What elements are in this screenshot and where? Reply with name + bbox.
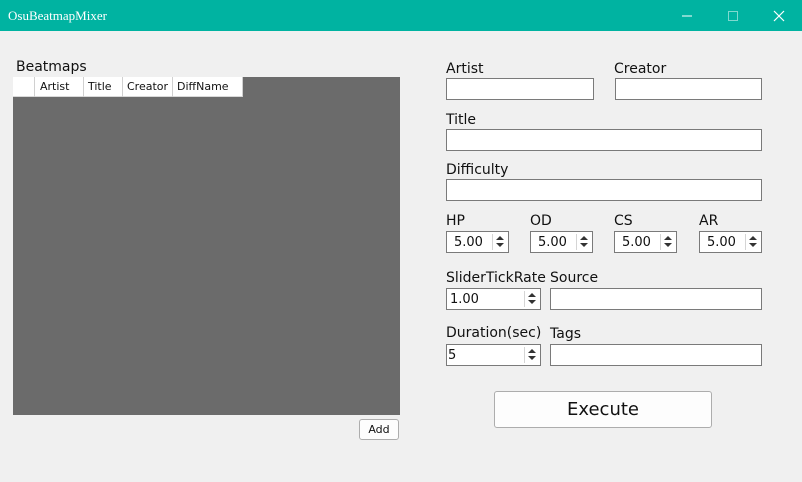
- slider-tick-rate-stepper[interactable]: 1.00: [446, 288, 541, 310]
- cs-stepper[interactable]: 5.00: [614, 231, 677, 253]
- od-label: OD: [530, 213, 552, 229]
- arrow-down-icon: [496, 243, 504, 247]
- creator-field[interactable]: [615, 78, 762, 100]
- arrow-up-icon: [580, 236, 588, 240]
- grid-column-diffname[interactable]: DiffName: [173, 77, 243, 97]
- artist-field[interactable]: [446, 78, 594, 100]
- grid-column-artist[interactable]: Artist: [35, 77, 84, 97]
- tags-field[interactable]: [550, 344, 762, 366]
- arrow-up-icon: [528, 293, 536, 297]
- hp-label: HP: [446, 213, 465, 229]
- od-up-button[interactable]: [577, 234, 591, 242]
- hp-down-button[interactable]: [493, 242, 507, 250]
- slider-tick-rate-value: 1.00: [450, 292, 479, 307]
- ar-label: AR: [699, 213, 719, 229]
- minimize-button[interactable]: [664, 0, 710, 31]
- grid-column-title[interactable]: Title: [84, 77, 123, 97]
- arrow-down-icon: [580, 243, 588, 247]
- duration-label: Duration(sec): [446, 325, 542, 341]
- title-field[interactable]: [446, 129, 762, 151]
- od-value: 5.00: [538, 235, 567, 250]
- od-down-button[interactable]: [577, 242, 591, 250]
- arrow-down-icon: [528, 300, 536, 304]
- window-title: OsuBeatmapMixer: [8, 8, 107, 23]
- source-label: Source: [550, 270, 599, 286]
- duration-value: 5: [448, 348, 457, 363]
- ar-down-button[interactable]: [746, 242, 760, 250]
- execute-button[interactable]: Execute: [494, 391, 712, 428]
- ar-stepper[interactable]: 5.00: [699, 231, 762, 253]
- tags-label: Tags: [550, 326, 581, 342]
- hp-stepper[interactable]: 5.00: [446, 231, 509, 253]
- creator-label: Creator: [614, 61, 667, 77]
- artist-label: Artist: [446, 61, 484, 77]
- beatmaps-grid[interactable]: Artist Title Creator DiffName: [13, 77, 400, 415]
- title-label: Title: [446, 112, 477, 128]
- arrow-up-icon: [749, 236, 757, 240]
- ar-value: 5.00: [707, 235, 736, 250]
- od-stepper[interactable]: 5.00: [530, 231, 593, 253]
- slider-tick-rate-down-button[interactable]: [525, 299, 539, 307]
- beatmaps-label: Beatmaps: [16, 59, 87, 75]
- close-button[interactable]: [756, 0, 802, 31]
- close-icon: [773, 10, 785, 22]
- cs-up-button[interactable]: [661, 234, 675, 242]
- grid-column-creator[interactable]: Creator: [123, 77, 173, 97]
- duration-up-button[interactable]: [525, 347, 539, 355]
- hp-value: 5.00: [454, 235, 483, 250]
- cs-value: 5.00: [622, 235, 651, 250]
- difficulty-field[interactable]: [446, 179, 762, 201]
- arrow-up-icon: [528, 349, 536, 353]
- cs-label: CS: [614, 213, 633, 229]
- maximize-icon: [728, 11, 738, 21]
- arrow-down-icon: [664, 243, 672, 247]
- difficulty-label: Difficulty: [446, 162, 509, 178]
- grid-header: Artist Title Creator DiffName: [13, 77, 243, 97]
- arrow-down-icon: [749, 243, 757, 247]
- add-button[interactable]: Add: [359, 419, 399, 440]
- source-field[interactable]: [550, 288, 762, 310]
- arrow-up-icon: [496, 236, 504, 240]
- maximize-button[interactable]: [710, 0, 756, 31]
- cs-down-button[interactable]: [661, 242, 675, 250]
- minimize-icon: [682, 15, 692, 17]
- title-bar: OsuBeatmapMixer: [0, 0, 802, 31]
- arrow-down-icon: [528, 356, 536, 360]
- ar-up-button[interactable]: [746, 234, 760, 242]
- grid-column-row-header[interactable]: [13, 77, 35, 97]
- duration-down-button[interactable]: [525, 355, 539, 363]
- hp-up-button[interactable]: [493, 234, 507, 242]
- arrow-up-icon: [664, 236, 672, 240]
- slider-tick-rate-label: SliderTickRate: [446, 270, 546, 286]
- slider-tick-rate-up-button[interactable]: [525, 291, 539, 299]
- duration-stepper[interactable]: 5: [446, 344, 541, 366]
